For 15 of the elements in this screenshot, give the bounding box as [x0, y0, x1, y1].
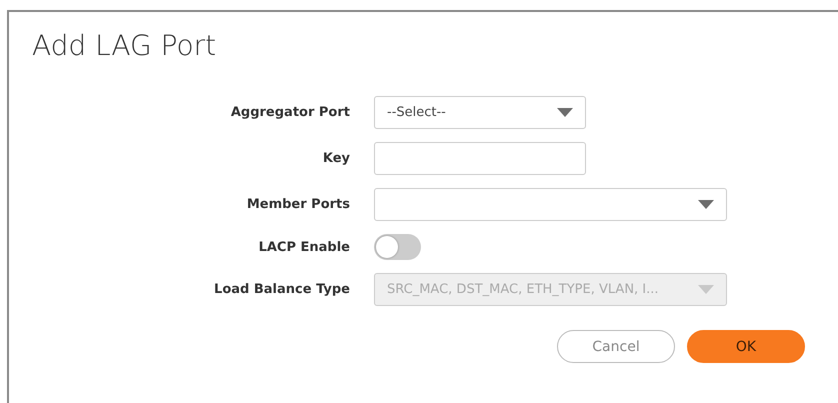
dropdown-field[interactable]: --Select--	[374, 96, 586, 129]
toggle-switch[interactable]	[374, 234, 421, 260]
dropdown-caret-icon	[698, 285, 714, 294]
dropdown-field[interactable]	[374, 188, 727, 221]
cancel-button[interactable]: Cancel	[557, 330, 675, 363]
field-label: Aggregator Port	[230, 105, 350, 120]
input-field[interactable]	[374, 142, 586, 175]
field-label: LACP Enable	[258, 240, 350, 254]
field-label: Load Balance Type	[213, 282, 350, 297]
dialog-title: Add LAG Port	[32, 28, 218, 64]
field-label: Member Ports	[246, 197, 350, 212]
field-label: Key	[322, 151, 350, 166]
ok-button[interactable]: OK	[687, 330, 805, 363]
dropdown-caret-icon	[698, 200, 714, 209]
dropdown-caret-icon	[557, 108, 573, 117]
